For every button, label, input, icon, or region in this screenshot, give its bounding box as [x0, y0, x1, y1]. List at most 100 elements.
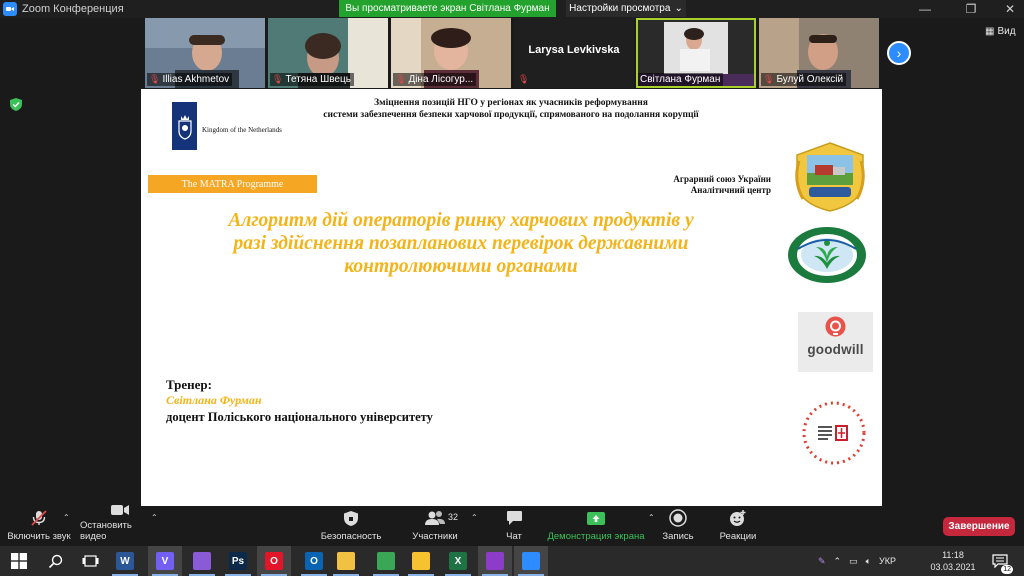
word-app-icon: W — [116, 552, 134, 570]
zoom-app-taskbar-button[interactable] — [514, 546, 548, 576]
video-camera-icon — [111, 505, 129, 515]
explorer-app-taskbar-button[interactable] — [329, 546, 363, 576]
language-indicator[interactable]: УКР — [879, 556, 896, 566]
participant-name-tag: 🎙︎ Діна Лісогур... — [393, 73, 477, 86]
union-line: Аграрний союз України — [673, 174, 771, 184]
share-options-caret-icon[interactable]: ⌃ — [648, 513, 655, 522]
polissia-university-logo — [788, 227, 866, 283]
participant-name: Булуй Олексій — [776, 74, 844, 85]
chevron-down-icon: ⌄ — [674, 3, 683, 14]
participant-tile[interactable]: Світлана Фурман — [636, 18, 756, 88]
search-button[interactable] — [38, 546, 72, 576]
agrarian-union-label: Аграрний союз України Аналітичний центр — [611, 174, 771, 196]
window-title: Zoom Конференция — [22, 3, 124, 15]
participants-count: 32 — [448, 512, 459, 522]
sticky-notes-app-icon — [412, 552, 430, 570]
muted-mic-icon: 🎙︎ — [272, 74, 284, 84]
word-app-taskbar-button[interactable]: W — [108, 546, 142, 576]
chat-label: Чат — [506, 531, 522, 542]
end-meeting-button[interactable]: Завершение — [943, 517, 1015, 536]
title-line: контролюючими органами — [344, 256, 578, 277]
muted-mic-icon — [31, 510, 47, 526]
reactions-label: Реакции — [719, 531, 757, 542]
outlook-app-taskbar-button[interactable]: O — [297, 546, 331, 576]
show-hidden-icons-caret-icon[interactable]: ⌃ — [834, 556, 842, 567]
record-button[interactable]: Запись — [659, 506, 697, 546]
stop-video-button[interactable]: Остановить видео — [80, 505, 160, 546]
feather-tray-icon[interactable]: ✎ — [818, 556, 826, 567]
search-icon — [48, 554, 62, 568]
chat-button[interactable]: Чат — [496, 506, 532, 546]
close-icon[interactable]: ✕ — [996, 0, 1024, 18]
pdf-app-taskbar-button[interactable] — [478, 546, 512, 576]
header-line: системи забезпечення безпеки харчової пр… — [323, 110, 699, 120]
participant-name-tag: 🎙︎ — [516, 73, 532, 86]
minimize-icon[interactable]: — — [911, 0, 939, 18]
muted-mic-icon: 🎙︎ — [149, 74, 161, 84]
start-button[interactable] — [2, 546, 36, 576]
unmute-button[interactable]: Включить звук — [5, 506, 73, 546]
netherlands-logo — [172, 102, 197, 150]
chrome-app-taskbar-button[interactable] — [369, 546, 403, 576]
restore-icon[interactable]: ❐ — [957, 0, 985, 18]
participant-name-large: Larysa Levkivska — [528, 44, 620, 56]
share-screen-icon — [587, 511, 605, 525]
sticky-notes-app-taskbar-button[interactable] — [404, 546, 438, 576]
record-icon — [669, 509, 687, 527]
slide-title: Алгоритм дій операторів ринку харчових п… — [181, 209, 741, 278]
muted-mic-icon: 🎙︎ — [763, 74, 775, 84]
clock-date: 03.03.2021 — [930, 562, 976, 572]
notifications-button[interactable]: 12 — [985, 546, 1015, 576]
network-icon[interactable]: ▭ — [849, 556, 858, 567]
participants-icon — [425, 511, 445, 525]
participant-tile[interactable]: 🎙︎ Булуй Олексій — [759, 18, 879, 88]
muted-mic-icon: 🎙︎ — [518, 74, 530, 84]
security-button[interactable]: Безопасность — [318, 506, 384, 546]
system-tray: ✎ ⌃ ▭ 🔈︎ УКР — [818, 546, 896, 576]
participant-tile[interactable]: 🎙︎ Illias Akhmetov — [145, 18, 265, 88]
participants-options-caret-icon[interactable]: ⌃ — [471, 513, 478, 522]
task-view-button[interactable] — [73, 546, 107, 576]
title-line: Алгоритм дій операторів ринку харчових п… — [228, 210, 694, 231]
chevron-right-icon: › — [896, 45, 902, 61]
participant-tile[interactable]: 🎙︎ Тетяна Швець — [268, 18, 388, 88]
taskbar-clock[interactable]: 11:18 03.03.2021 — [928, 549, 978, 573]
windows-logo-icon — [11, 553, 27, 569]
audio-options-caret-icon[interactable]: ⌃ — [63, 513, 70, 522]
security-shield-icon — [344, 510, 358, 526]
pdf-app-icon — [486, 552, 504, 570]
participant-name-tag: 🎙︎ Illias Akhmetov — [147, 73, 233, 86]
volume-icon[interactable]: 🔈︎ — [866, 556, 871, 567]
slide-header: Зміцнення позицій НГО у регіонах як учас… — [301, 97, 721, 121]
next-page-button[interactable]: › — [887, 41, 911, 65]
explorer-app-icon — [337, 552, 355, 570]
matra-banner: The MATRA Programme — [148, 175, 317, 193]
participant-name: Світлана Фурман — [640, 74, 721, 85]
view-label: Вид — [997, 26, 1016, 37]
agrarian-union-logo — [795, 142, 865, 212]
feather-app-taskbar-button[interactable] — [185, 546, 219, 576]
netherlands-crest-icon — [177, 115, 192, 140]
encryption-shield-icon[interactable] — [10, 98, 22, 111]
video-options-caret-icon[interactable]: ⌃ — [151, 513, 158, 522]
reactions-button[interactable]: Реакции — [716, 506, 760, 546]
participant-tile[interactable]: Larysa Levkivska 🎙︎ — [514, 18, 634, 88]
excel-app-taskbar-button[interactable]: X — [441, 546, 475, 576]
viber-app-icon: V — [156, 552, 174, 570]
zoom-logo-icon — [3, 2, 17, 16]
goodwill-pin-icon — [825, 316, 846, 337]
trainer-position: доцент Поліського національного універси… — [166, 410, 433, 424]
participant-name: Тетяна Швець — [285, 74, 351, 85]
photoshop-app-taskbar-button[interactable]: Ps — [221, 546, 255, 576]
participant-name-tag: 🎙︎ Тетяна Швець — [270, 73, 354, 86]
trainer-label: Тренер: — [166, 377, 212, 392]
participant-tile[interactable]: 🎙︎ Діна Лісогур... — [391, 18, 511, 88]
view-options-button[interactable]: Настройки просмотра ⌄ — [566, 0, 686, 17]
grid-icon: ▦ — [985, 26, 995, 37]
opera-app-taskbar-button[interactable]: O — [257, 546, 291, 576]
netherlands-label: Kingdom of the Netherlands — [202, 126, 282, 134]
viber-app-taskbar-button[interactable]: V — [148, 546, 182, 576]
view-button[interactable]: ▦ Вид — [985, 26, 1016, 37]
trainer-name: Світлана Фурман — [166, 393, 262, 407]
share-screen-button[interactable]: Демонстрация экрана — [546, 506, 646, 546]
